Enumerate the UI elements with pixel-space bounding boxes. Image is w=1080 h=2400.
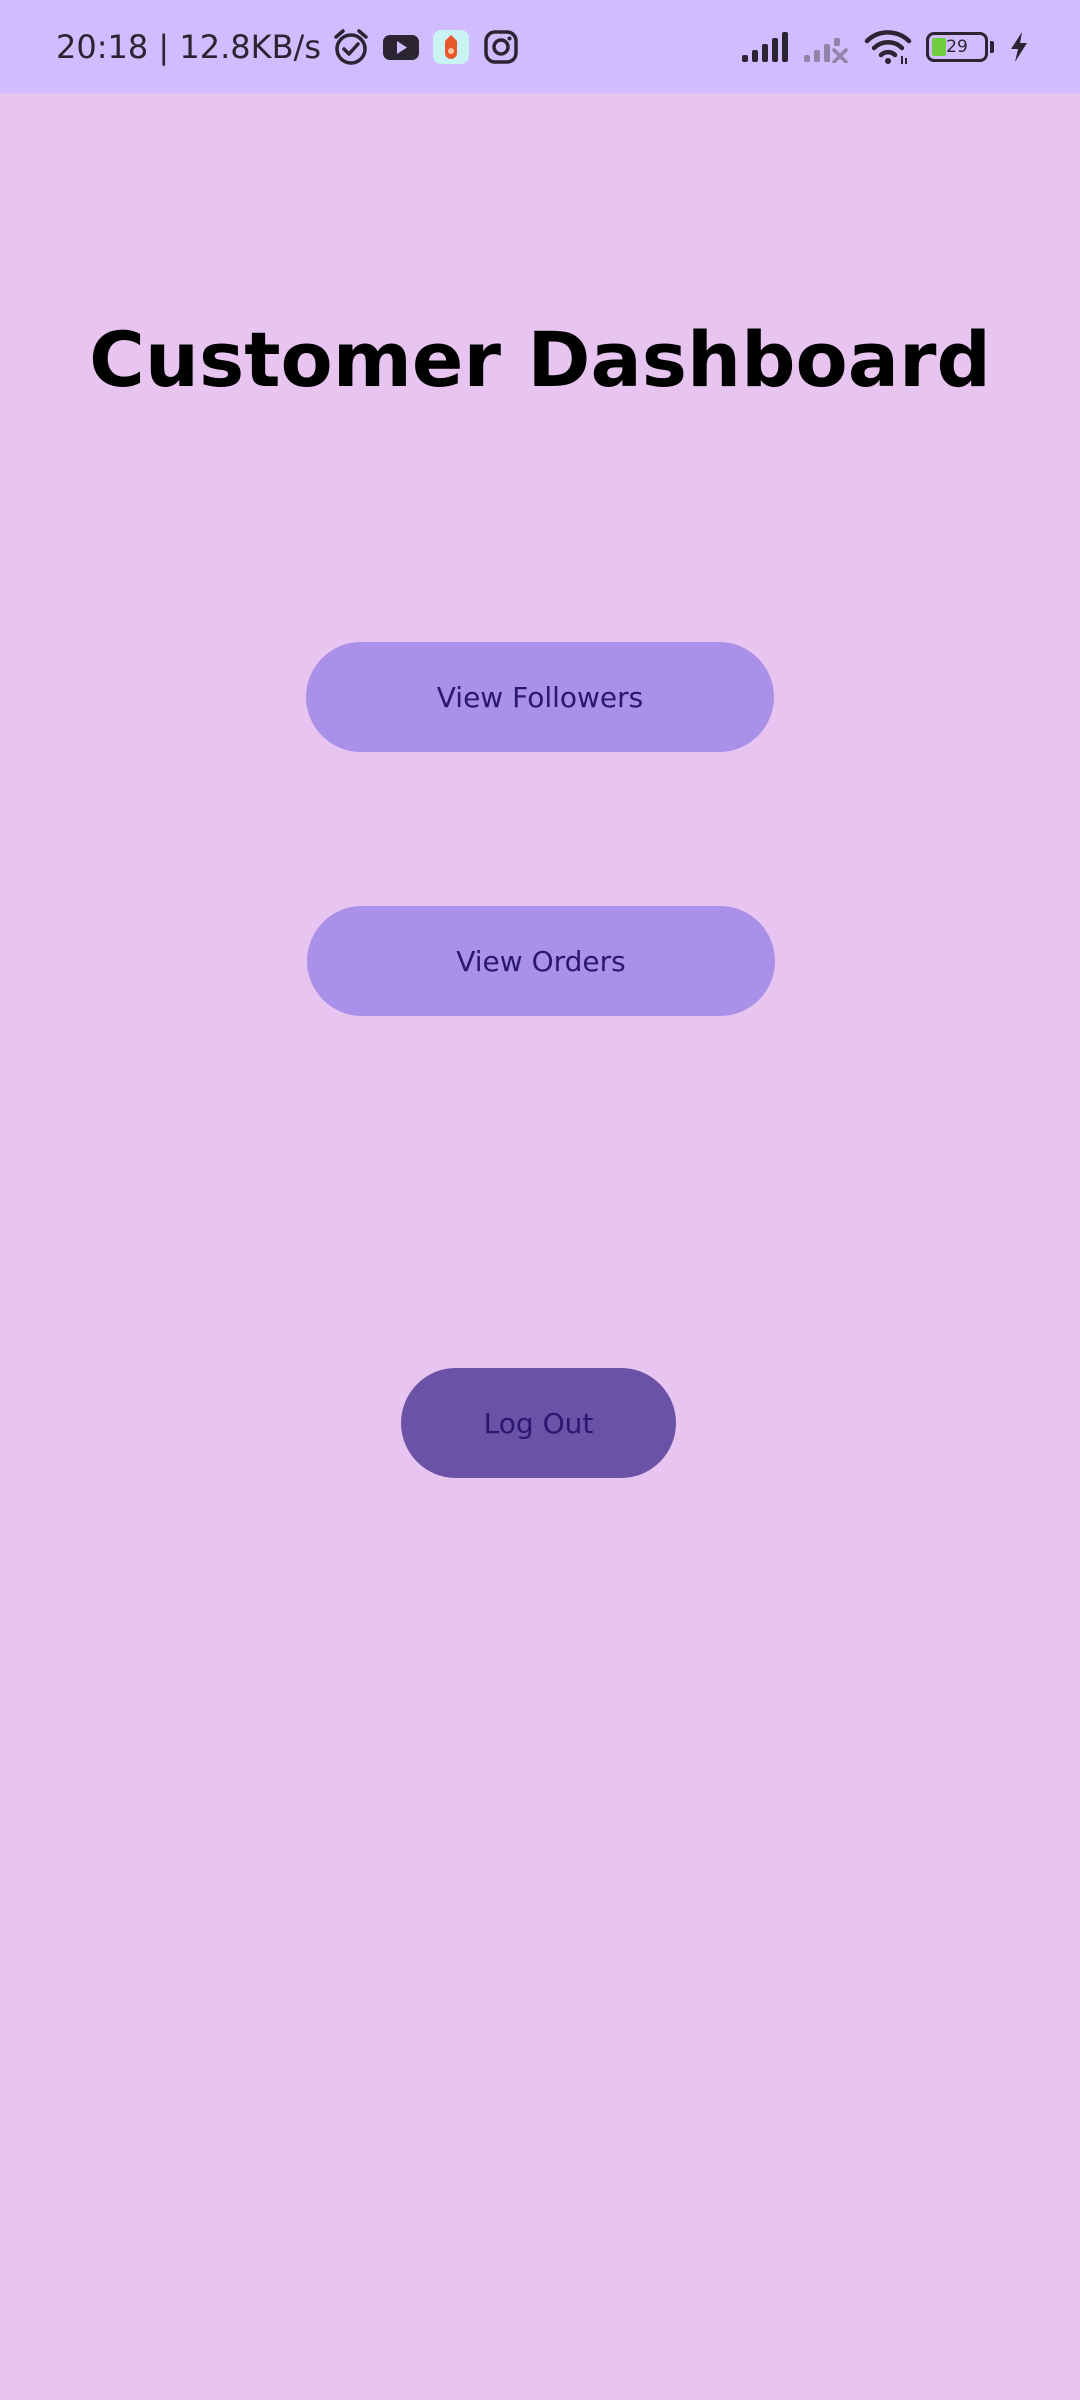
instagram-icon xyxy=(481,25,521,69)
signal-no-sim-icon xyxy=(802,25,850,69)
app-icon xyxy=(431,25,471,69)
youtube-icon xyxy=(381,25,421,69)
alarm-icon xyxy=(331,25,371,69)
status-time-speed: 20:18 | 12.8KB/s xyxy=(56,27,321,66)
wifi-icon xyxy=(864,25,912,69)
status-left: 20:18 | 12.8KB/s xyxy=(56,0,521,93)
battery-level: 29 xyxy=(946,36,968,57)
status-bar: 20:18 | 12.8KB/s 29 xyxy=(0,0,1080,93)
battery-icon: 29 xyxy=(926,31,988,62)
page-title: Customer Dashboard xyxy=(89,315,991,404)
charging-icon xyxy=(1008,25,1030,69)
signal-icon xyxy=(740,25,788,69)
battery-tip xyxy=(990,40,994,53)
view-orders-button[interactable]: View Orders xyxy=(307,906,775,1016)
status-right: 29 xyxy=(740,0,1030,93)
log-out-button[interactable]: Log Out xyxy=(401,1368,676,1478)
view-followers-button[interactable]: View Followers xyxy=(306,642,774,752)
